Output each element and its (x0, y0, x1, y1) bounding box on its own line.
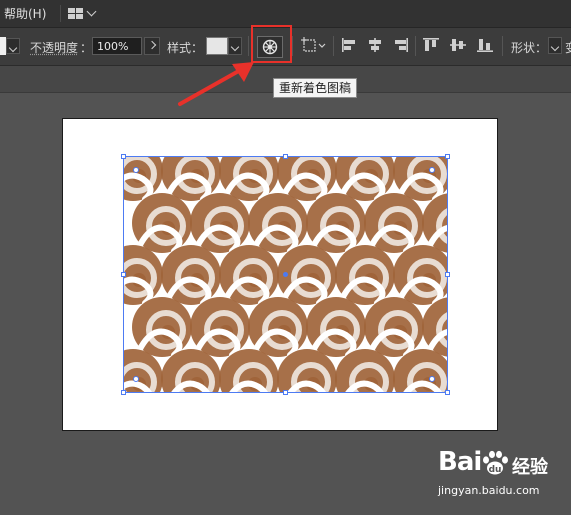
transform-label-partial[interactable]: 变 (565, 39, 571, 56)
baidu-jingyan-watermark: Bai du 经验 jingyan.baidu.com (438, 447, 558, 503)
toolbar-separator (248, 36, 249, 56)
resize-handle-bottom-left[interactable] (121, 390, 126, 395)
resize-handle-top-left[interactable] (121, 154, 126, 159)
style-swatch[interactable] (206, 37, 228, 55)
align-horizontal-center-icon[interactable] (366, 37, 384, 53)
chevron-down-icon (230, 42, 240, 52)
align-bottom-icon[interactable] (476, 37, 494, 53)
toolbar-separator (333, 36, 334, 56)
menu-separator (60, 5, 61, 22)
opacity-slider-button[interactable] (144, 37, 160, 55)
resize-handle-right[interactable] (445, 272, 450, 277)
watermark-logo-du: du (489, 465, 502, 475)
watermark-jingyan: 经验 (512, 457, 548, 478)
opacity-colon: ： (80, 41, 93, 55)
chevron-down-icon (550, 42, 560, 52)
shape-colon: ： (535, 41, 548, 55)
style-label: 样式 (167, 41, 192, 55)
shape-label-text: 形状 (511, 41, 536, 55)
transform-icon[interactable] (299, 36, 327, 54)
resize-handle-top[interactable] (283, 154, 288, 159)
opacity-input[interactable] (92, 37, 142, 55)
workspace-switcher[interactable] (68, 5, 97, 22)
resize-handle-top-right[interactable] (445, 154, 450, 159)
shape-label: 形状： (511, 39, 547, 56)
opacity-label[interactable]: 不透明度 (30, 39, 78, 56)
layout-grid-icon (68, 8, 83, 19)
corner-widget-bottom-right[interactable] (429, 376, 435, 382)
align-top-icon[interactable] (422, 37, 440, 53)
resize-handle-bottom-right[interactable] (445, 390, 450, 395)
toolbar-separator (292, 36, 293, 56)
recolor-tooltip: 重新着色图稿 (273, 78, 358, 98)
style-colon: ： (191, 41, 204, 55)
corner-widget-top-left[interactable] (133, 167, 139, 173)
align-vertical-center-icon[interactable] (449, 37, 467, 53)
baidu-paw-icon: du (483, 450, 508, 475)
menu-bar: 帮助(H) (0, 0, 571, 28)
annotation-arrow-icon (178, 62, 254, 106)
shape-dropdown[interactable] (548, 37, 562, 54)
watermark-logo-bai: Bai (438, 447, 482, 477)
chevron-down-icon (86, 6, 97, 17)
selection-center-point (283, 272, 288, 277)
stroke-dropdown[interactable] (6, 38, 20, 54)
toolbar-separator (502, 36, 503, 56)
resize-handle-bottom[interactable] (283, 390, 288, 395)
chevron-right-icon (147, 40, 157, 50)
toolbar-separator (415, 36, 416, 56)
style-dropdown[interactable] (228, 37, 242, 55)
watermark-url: jingyan.baidu.com (438, 484, 540, 497)
corner-widget-top-right[interactable] (429, 167, 435, 173)
corner-widget-bottom-left[interactable] (133, 376, 139, 382)
resize-handle-left[interactable] (121, 272, 126, 277)
menu-help[interactable]: 帮助(H) (4, 5, 46, 22)
align-right-icon[interactable] (392, 37, 410, 53)
align-left-icon[interactable] (340, 37, 358, 53)
chevron-down-icon (8, 43, 18, 53)
